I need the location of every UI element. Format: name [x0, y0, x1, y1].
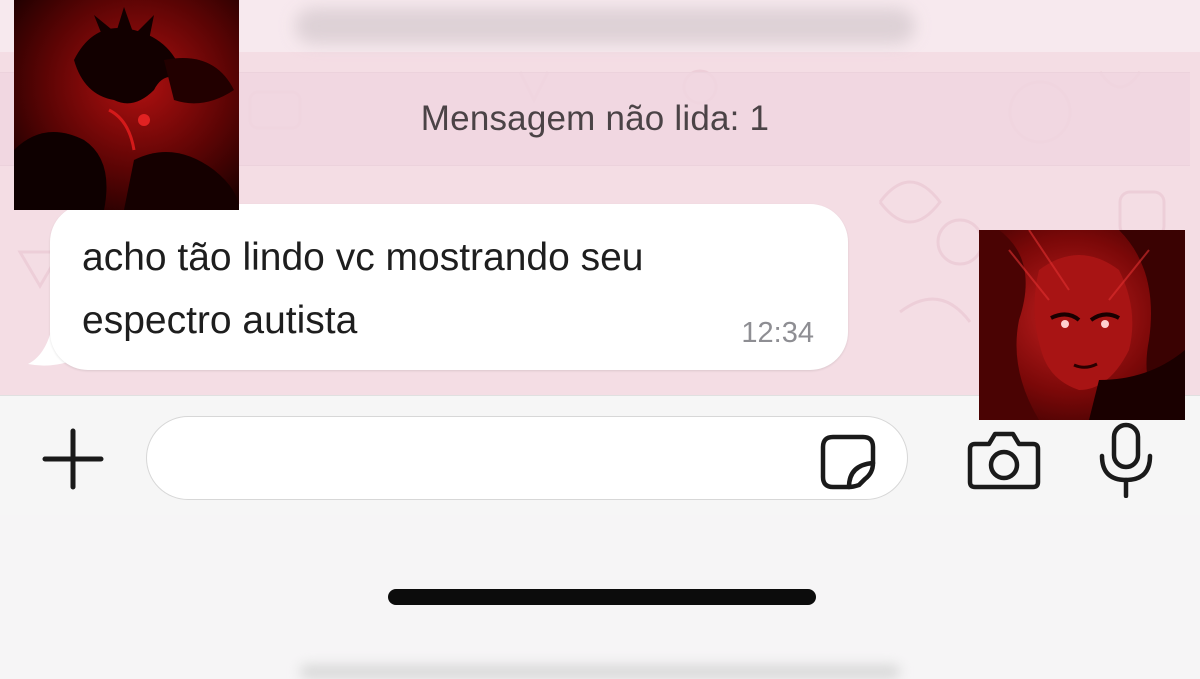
- bottom-shadow: [300, 665, 900, 679]
- red-hair-portrait-art: [979, 230, 1185, 420]
- camera-button[interactable]: [966, 428, 1042, 492]
- received-message-bubble[interactable]: acho tão lindo vc mostrando seu espectro…: [50, 204, 848, 370]
- microphone-button[interactable]: [1094, 420, 1158, 500]
- plus-icon: [42, 428, 104, 490]
- red-artwork-image-left: [14, 0, 239, 210]
- figure-silhouette-art: [14, 0, 239, 210]
- message-input[interactable]: [146, 416, 908, 500]
- message-line-1: acho tão lindo vc mostrando seu: [82, 236, 644, 279]
- message-text: acho tão lindo vc mostrando seu espectro…: [82, 226, 822, 352]
- message-timestamp: 12:34: [741, 317, 814, 349]
- sticker-button[interactable]: [818, 432, 878, 492]
- sticker-icon: [820, 434, 876, 490]
- home-area: [0, 515, 1200, 679]
- blurred-contact-header: [295, 8, 915, 44]
- home-indicator[interactable]: [388, 589, 816, 605]
- unread-label: Mensagem não lida: 1: [420, 99, 770, 138]
- message-line-2: espectro autista: [82, 299, 358, 342]
- microphone-icon: [1099, 422, 1153, 498]
- camera-icon: [967, 431, 1041, 490]
- red-artwork-image-right: [979, 230, 1185, 420]
- attach-button[interactable]: [40, 426, 106, 492]
